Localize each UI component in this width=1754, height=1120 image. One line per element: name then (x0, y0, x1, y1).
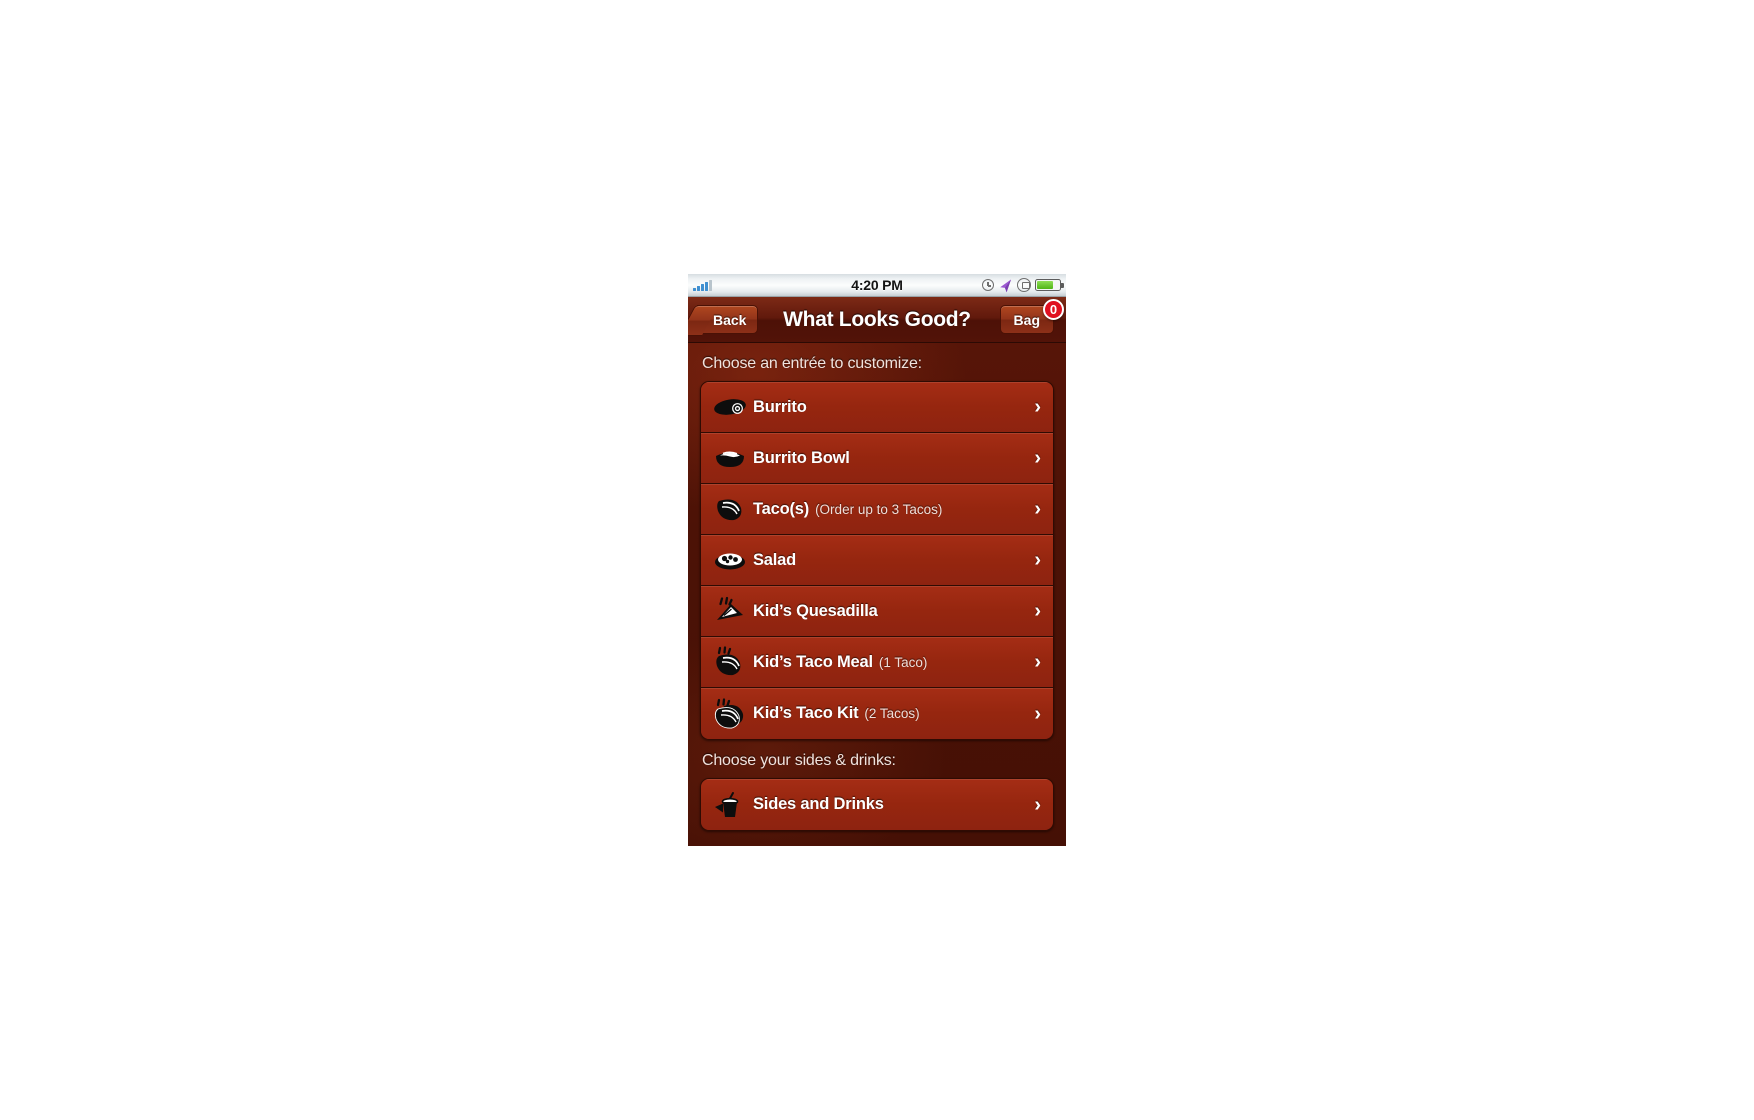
menu-row-label: Taco(s) (753, 499, 810, 518)
bag-button-label: Bag (1013, 311, 1040, 328)
menu-row-label: Burrito Bowl (753, 448, 850, 467)
menu-content-scroll[interactable]: Choose an entrée to customize: Burrito ›… (688, 343, 1066, 846)
chevron-right-icon: › (1034, 793, 1041, 816)
kids-taco-meal-icon (711, 645, 749, 679)
bag-button[interactable]: Bag 0 (999, 299, 1064, 334)
burrito-icon (711, 390, 749, 424)
menu-row-kids-taco-meal[interactable]: Kid’s Taco Meal (1 Taco) › (701, 637, 1053, 688)
menu-row-sides-and-drinks[interactable]: Sides and Drinks › (701, 779, 1053, 830)
menu-row-burrito[interactable]: Burrito › (701, 382, 1053, 433)
menu-row-label: Kid’s Taco Meal (753, 652, 873, 671)
menu-row-tacos[interactable]: Taco(s) (Order up to 3 Tacos) › (701, 484, 1053, 535)
kids-taco-kit-icon (711, 697, 749, 731)
chevron-right-icon: › (1034, 549, 1041, 571)
rotation-lock-icon (1017, 278, 1031, 292)
menu-row-salad[interactable]: Salad › (701, 535, 1053, 586)
entree-list: Burrito › Burrito Bowl › Taco(s) (Order … (700, 381, 1054, 740)
battery-icon (1035, 279, 1064, 291)
navigation-bar: Back What Looks Good? Bag 0 (688, 297, 1066, 343)
menu-row-label: Salad (753, 550, 797, 569)
sides-list: Sides and Drinks › (700, 778, 1054, 831)
menu-row-label: Kid’s Taco Kit (753, 704, 859, 722)
chevron-right-icon: › (1034, 651, 1041, 673)
screenshot-canvas: 4:20 PM Back What Looks Good? Bag 0 Choo… (0, 0, 1754, 1120)
chevron-right-icon: › (1034, 396, 1041, 418)
status-bar: 4:20 PM (688, 274, 1066, 297)
burrito-bowl-icon (711, 441, 749, 475)
menu-row-kids-taco-kit[interactable]: Kid’s Taco Kit (2 Tacos) › (701, 688, 1053, 739)
menu-row-label: Sides and Drinks (753, 795, 884, 813)
back-button[interactable]: Back (697, 305, 759, 334)
menu-row-sublabel: (1 Taco) (878, 654, 928, 670)
quesadilla-icon (711, 594, 749, 628)
menu-row-label: Kid’s Quesadilla (753, 601, 878, 620)
taco-icon (711, 492, 749, 526)
menu-row-burrito-bowl[interactable]: Burrito Bowl › (701, 433, 1053, 484)
sides-section-label: Choose your sides & drinks: (702, 752, 896, 769)
phone-screen: 4:20 PM Back What Looks Good? Bag 0 Choo… (688, 274, 1066, 846)
menu-row-sublabel: (Order up to 3 Tacos) (815, 501, 943, 517)
entree-section-label: Choose an entrée to customize: (702, 355, 922, 372)
chevron-right-icon: › (1034, 600, 1041, 622)
salad-icon (711, 543, 749, 577)
menu-row-label: Burrito (753, 397, 807, 416)
bag-count-badge: 0 (1043, 299, 1064, 320)
drink-cup-icon (711, 788, 749, 822)
location-arrow-icon (1000, 279, 1011, 292)
menu-row-sublabel: (2 Tacos) (864, 706, 920, 721)
chevron-right-icon: › (1034, 498, 1041, 520)
chevron-right-icon: › (1034, 447, 1041, 469)
chevron-right-icon: › (1034, 702, 1041, 725)
back-button-label: Back (713, 311, 747, 328)
menu-row-kids-quesadilla[interactable]: Kid’s Quesadilla › (701, 586, 1053, 637)
clock-icon (982, 279, 994, 291)
